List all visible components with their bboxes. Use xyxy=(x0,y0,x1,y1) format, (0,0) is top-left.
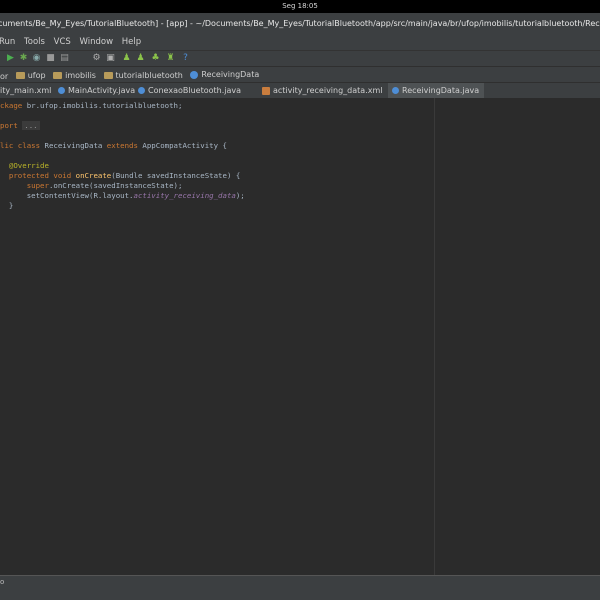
sdk-manager-icon[interactable]: ♜ xyxy=(166,54,175,63)
code-line-5: lic class ReceivingData extends AppCompa… xyxy=(0,141,227,150)
menu-tools[interactable]: Tools xyxy=(24,34,45,50)
tab-activity-main-xml[interactable]: ity_main.xml xyxy=(0,83,56,98)
toolbar: ▶ ✱ ◉ ■ ▤ ⚙ ▣ ♟ ♟ ♣ ♜ ? xyxy=(0,50,600,67)
code-line-10: setContentView(R.layout.activity_receivi… xyxy=(26,191,245,200)
menu-run[interactable]: Run xyxy=(0,34,15,50)
android-monitor-icon[interactable]: ♣ xyxy=(151,54,160,63)
fold-marker[interactable]: ... xyxy=(22,121,40,130)
navigation-bar: or ufop imobilis tutorialbluetooth Recei… xyxy=(0,66,600,83)
class-icon xyxy=(392,87,399,94)
class-icon xyxy=(138,87,145,94)
menu-help[interactable]: Help xyxy=(122,34,141,50)
android-icon[interactable]: ♟ xyxy=(122,54,131,63)
menu-window[interactable]: Window xyxy=(80,34,114,50)
debug-icon[interactable]: ✱ xyxy=(19,54,28,63)
xml-file-icon xyxy=(262,86,270,95)
menu-bar: Run Tools VCS Window Help xyxy=(0,34,600,50)
code-line-11: } xyxy=(8,201,14,210)
clock[interactable]: Seg 18:05 xyxy=(282,2,318,10)
class-icon xyxy=(58,87,65,94)
avd-icon[interactable]: ⚙ xyxy=(92,54,101,63)
run-icon[interactable]: ▶ xyxy=(6,54,15,63)
sdk-icon[interactable]: ▣ xyxy=(106,54,115,63)
bottom-bar xyxy=(0,588,600,600)
class-icon xyxy=(190,71,199,79)
attach-icon[interactable]: ◉ xyxy=(32,54,41,63)
tab-activity-receiving-data-xml[interactable]: activity_receiving_data.xml xyxy=(262,83,385,98)
device-icon[interactable]: ♟ xyxy=(136,54,145,63)
source-code[interactable]: ckage br.ufop.imobilis.tutorialbluetooth… xyxy=(0,101,245,211)
status-text: o xyxy=(0,578,5,586)
right-margin-guide xyxy=(434,98,435,575)
tab-conexaobluetooth-java[interactable]: ConexaoBluetooth.java xyxy=(136,83,254,98)
menu-vcs[interactable]: VCS xyxy=(54,34,71,50)
help-icon[interactable]: ? xyxy=(181,54,190,63)
folder-icon xyxy=(103,72,113,79)
window-title-bar: cuments/Be_My_Eyes/TutorialBluetooth] - … xyxy=(0,13,600,34)
tab-mainactivity-java[interactable]: MainActivity.java xyxy=(58,83,136,98)
code-line-1: ckage br.ufop.imobilis.tutorialbluetooth… xyxy=(0,101,183,110)
status-bar: o xyxy=(0,575,600,589)
code-line-7: @Override xyxy=(8,161,49,170)
code-line-8: protected void onCreate(Bundle savedInst… xyxy=(8,171,241,180)
os-top-bar: Seg 18:05 xyxy=(0,0,600,13)
breadcrumb-receivingdata[interactable]: ReceivingData xyxy=(190,67,259,83)
sync-icon[interactable]: ▤ xyxy=(60,54,69,63)
code-line-9: super.onCreate(savedInstanceState); xyxy=(26,181,183,190)
folder-icon xyxy=(15,72,25,79)
stop-icon[interactable]: ■ xyxy=(46,54,55,63)
window-title: cuments/Be_My_Eyes/TutorialBluetooth] - … xyxy=(0,19,600,28)
editor-tabs: ity_main.xml MainActivity.java ConexaoBl… xyxy=(0,82,600,99)
code-line-3: port ... xyxy=(0,121,40,130)
folder-icon xyxy=(53,72,63,79)
tab-receivingdata-java[interactable]: ReceivingData.java xyxy=(388,83,484,98)
